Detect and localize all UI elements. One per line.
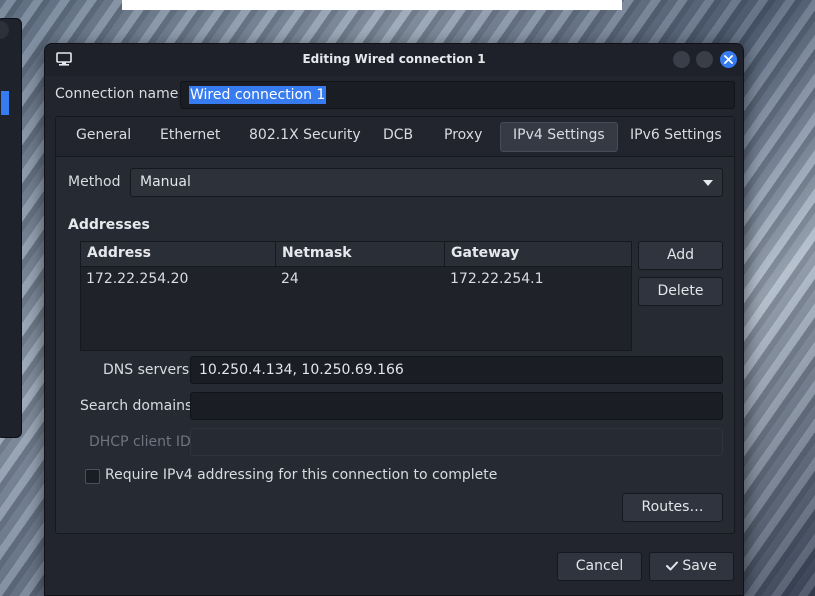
method-dropdown[interactable]: Manual [130,168,723,197]
tab-ipv4-settings[interactable]: IPv4 Settings [500,122,618,152]
background-window-strip [122,0,622,10]
tab-ethernet[interactable]: Ethernet [152,122,228,152]
dhcp-client-id-input[interactable] [190,428,723,456]
search-domains-input[interactable] [190,392,723,420]
column-gateway[interactable]: Gateway [445,242,633,267]
tab-bar: General Ethernet 802.1X Security DCB Pro… [56,117,734,157]
cancel-button[interactable]: Cancel [557,552,642,581]
save-button[interactable]: Save [649,552,734,581]
save-label: Save [682,558,717,574]
background-window-button [0,21,9,39]
background-window [0,18,22,438]
connection-name-label: Connection name [55,86,179,102]
delete-address-button[interactable]: Delete [638,277,723,306]
addresses-table[interactable]: Address Netmask Gateway 172.22.254.20 24… [80,241,632,351]
background-selection [1,91,9,115]
tab-8021x-security[interactable]: 802.1X Security [241,122,369,152]
table-header: Address Netmask Gateway [81,242,631,267]
tab-ipv6-settings[interactable]: IPv6 Settings [622,122,730,152]
dns-servers-label: DNS servers [103,362,190,378]
cell-netmask[interactable]: 24 [281,271,299,287]
add-address-button[interactable]: Add [638,241,723,270]
require-ipv4-checkbox[interactable] [85,469,100,484]
search-domains-label: Search domains [80,398,193,414]
method-value: Manual [140,174,191,190]
minimize-button[interactable] [673,51,690,68]
dns-servers-input[interactable]: 10.250.4.134, 10.250.69.166 [190,356,723,384]
close-icon [724,55,733,64]
chevron-down-icon [703,180,713,186]
settings-notebook: General Ethernet 802.1X Security DCB Pro… [55,116,735,534]
tab-proxy[interactable]: Proxy [436,122,490,152]
dhcp-client-id-label: DHCP client ID [89,434,191,450]
column-address[interactable]: Address [81,242,276,267]
routes-button[interactable]: Routes… [622,493,723,522]
close-button[interactable] [720,51,737,68]
tab-general[interactable]: General [68,122,139,152]
require-ipv4-label[interactable]: Require IPv4 addressing for this connect… [105,467,497,483]
maximize-button[interactable] [696,51,713,68]
column-netmask[interactable]: Netmask [276,242,445,267]
connection-name-value: Wired connection 1 [189,86,327,104]
connection-name-input[interactable]: Wired connection 1 [180,81,735,109]
cell-gateway[interactable]: 172.22.254.1 [450,271,544,287]
edit-connection-dialog: Editing Wired connection 1 Connection na… [44,43,744,596]
window-title: Editing Wired connection 1 [302,52,486,66]
addresses-heading: Addresses [68,217,150,233]
checkmark-icon [666,561,679,571]
method-label: Method [68,174,121,190]
cell-address[interactable]: 172.22.254.20 [86,271,188,287]
tab-dcb[interactable]: DCB [375,122,421,152]
title-bar[interactable]: Editing Wired connection 1 [45,44,743,76]
